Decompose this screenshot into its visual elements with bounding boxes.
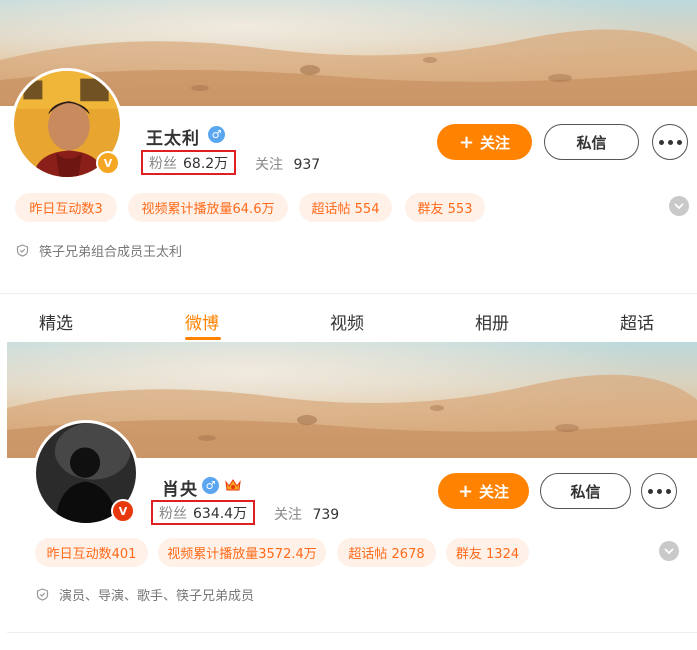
crown-icon [225,479,241,491]
following-value: 739 [312,507,340,523]
fans-value: 634.4万 [193,505,248,522]
message-button[interactable]: 私信 [544,124,639,160]
stat-group-members[interactable]: 群友 553 [405,193,485,222]
follow-button[interactable]: + 关注 [438,473,529,509]
following-label: 关注 [274,507,302,523]
fans-label: 粉丝 [149,155,177,172]
follow-label: 关注 [480,133,511,152]
tab-featured[interactable]: 精选 [39,309,73,334]
shield-icon [36,588,49,601]
more-dots-icon [647,488,653,494]
stat-supertopic-posts[interactable]: 超话帖 2678 [337,538,436,567]
tab-supertopic[interactable]: 超话 [620,309,654,334]
fans-value: 68.2万 [183,155,229,172]
following-count[interactable]: 关注 739 [274,504,339,524]
stat-video-plays[interactable]: 视频累计播放量64.6万 [128,193,288,222]
fans-label: 粉丝 [159,505,187,522]
fans-count[interactable]: 粉丝 634.4万 [151,500,256,525]
tab-weibo[interactable]: 微博 [185,309,219,334]
plus-icon: + [457,480,474,502]
gender-male-icon: ♂ [208,126,225,143]
following-label: 关注 [255,157,283,173]
gender-male-icon: ♂ [202,477,219,494]
following-value: 937 [293,157,321,173]
stat-group-members[interactable]: 群友 1324 [446,538,529,567]
bio-text: 筷子兄弟组合成员王太利 [39,245,183,260]
profile-card-1: V 王太利 ♂ 粉丝 68.2万 关注 937 + 关注 私信 昨日互动数3 视… [0,0,697,296]
stat-interactions[interactable]: 昨日互动数401 [35,538,148,567]
tab-album[interactable]: 相册 [475,309,509,334]
shield-icon [16,244,29,257]
bio: 演员、导演、歌手、筷子兄弟成员 [36,585,254,604]
vip-badge-icon: V [111,499,135,523]
message-label: 私信 [570,482,601,501]
profile-name: 王太利 [146,129,200,149]
chevron-down-icon[interactable] [659,541,679,561]
fans-count[interactable]: 粉丝 68.2万 [141,150,237,175]
profile-card-2: V 肖央 ♂ 粉丝 634.4万 关注 739 + 关注 私信 昨日互动数401… [7,342,697,650]
profile-name: 肖央 [162,480,198,500]
active-tab-indicator [185,337,221,340]
more-dots-icon [658,139,664,145]
vip-badge-icon: V [96,151,120,175]
bio: 筷子兄弟组合成员王太利 [16,241,182,260]
chevron-down-icon[interactable] [669,196,689,216]
more-button[interactable] [652,124,688,160]
plus-icon: + [458,131,475,153]
tab-video[interactable]: 视频 [330,309,364,334]
following-count[interactable]: 关注 937 [255,154,320,174]
message-button[interactable]: 私信 [540,473,631,509]
message-label: 私信 [576,133,607,152]
divider [7,632,697,633]
stat-supertopic-posts[interactable]: 超话帖 554 [299,193,392,222]
follow-button[interactable]: + 关注 [437,124,532,160]
stat-video-plays[interactable]: 视频累计播放量3572.4万 [158,538,326,567]
follow-label: 关注 [479,482,510,501]
divider [0,293,697,294]
bio-text: 演员、导演、歌手、筷子兄弟成员 [59,589,255,604]
more-button[interactable] [641,473,677,509]
stat-interactions[interactable]: 昨日互动数3 [15,193,117,222]
